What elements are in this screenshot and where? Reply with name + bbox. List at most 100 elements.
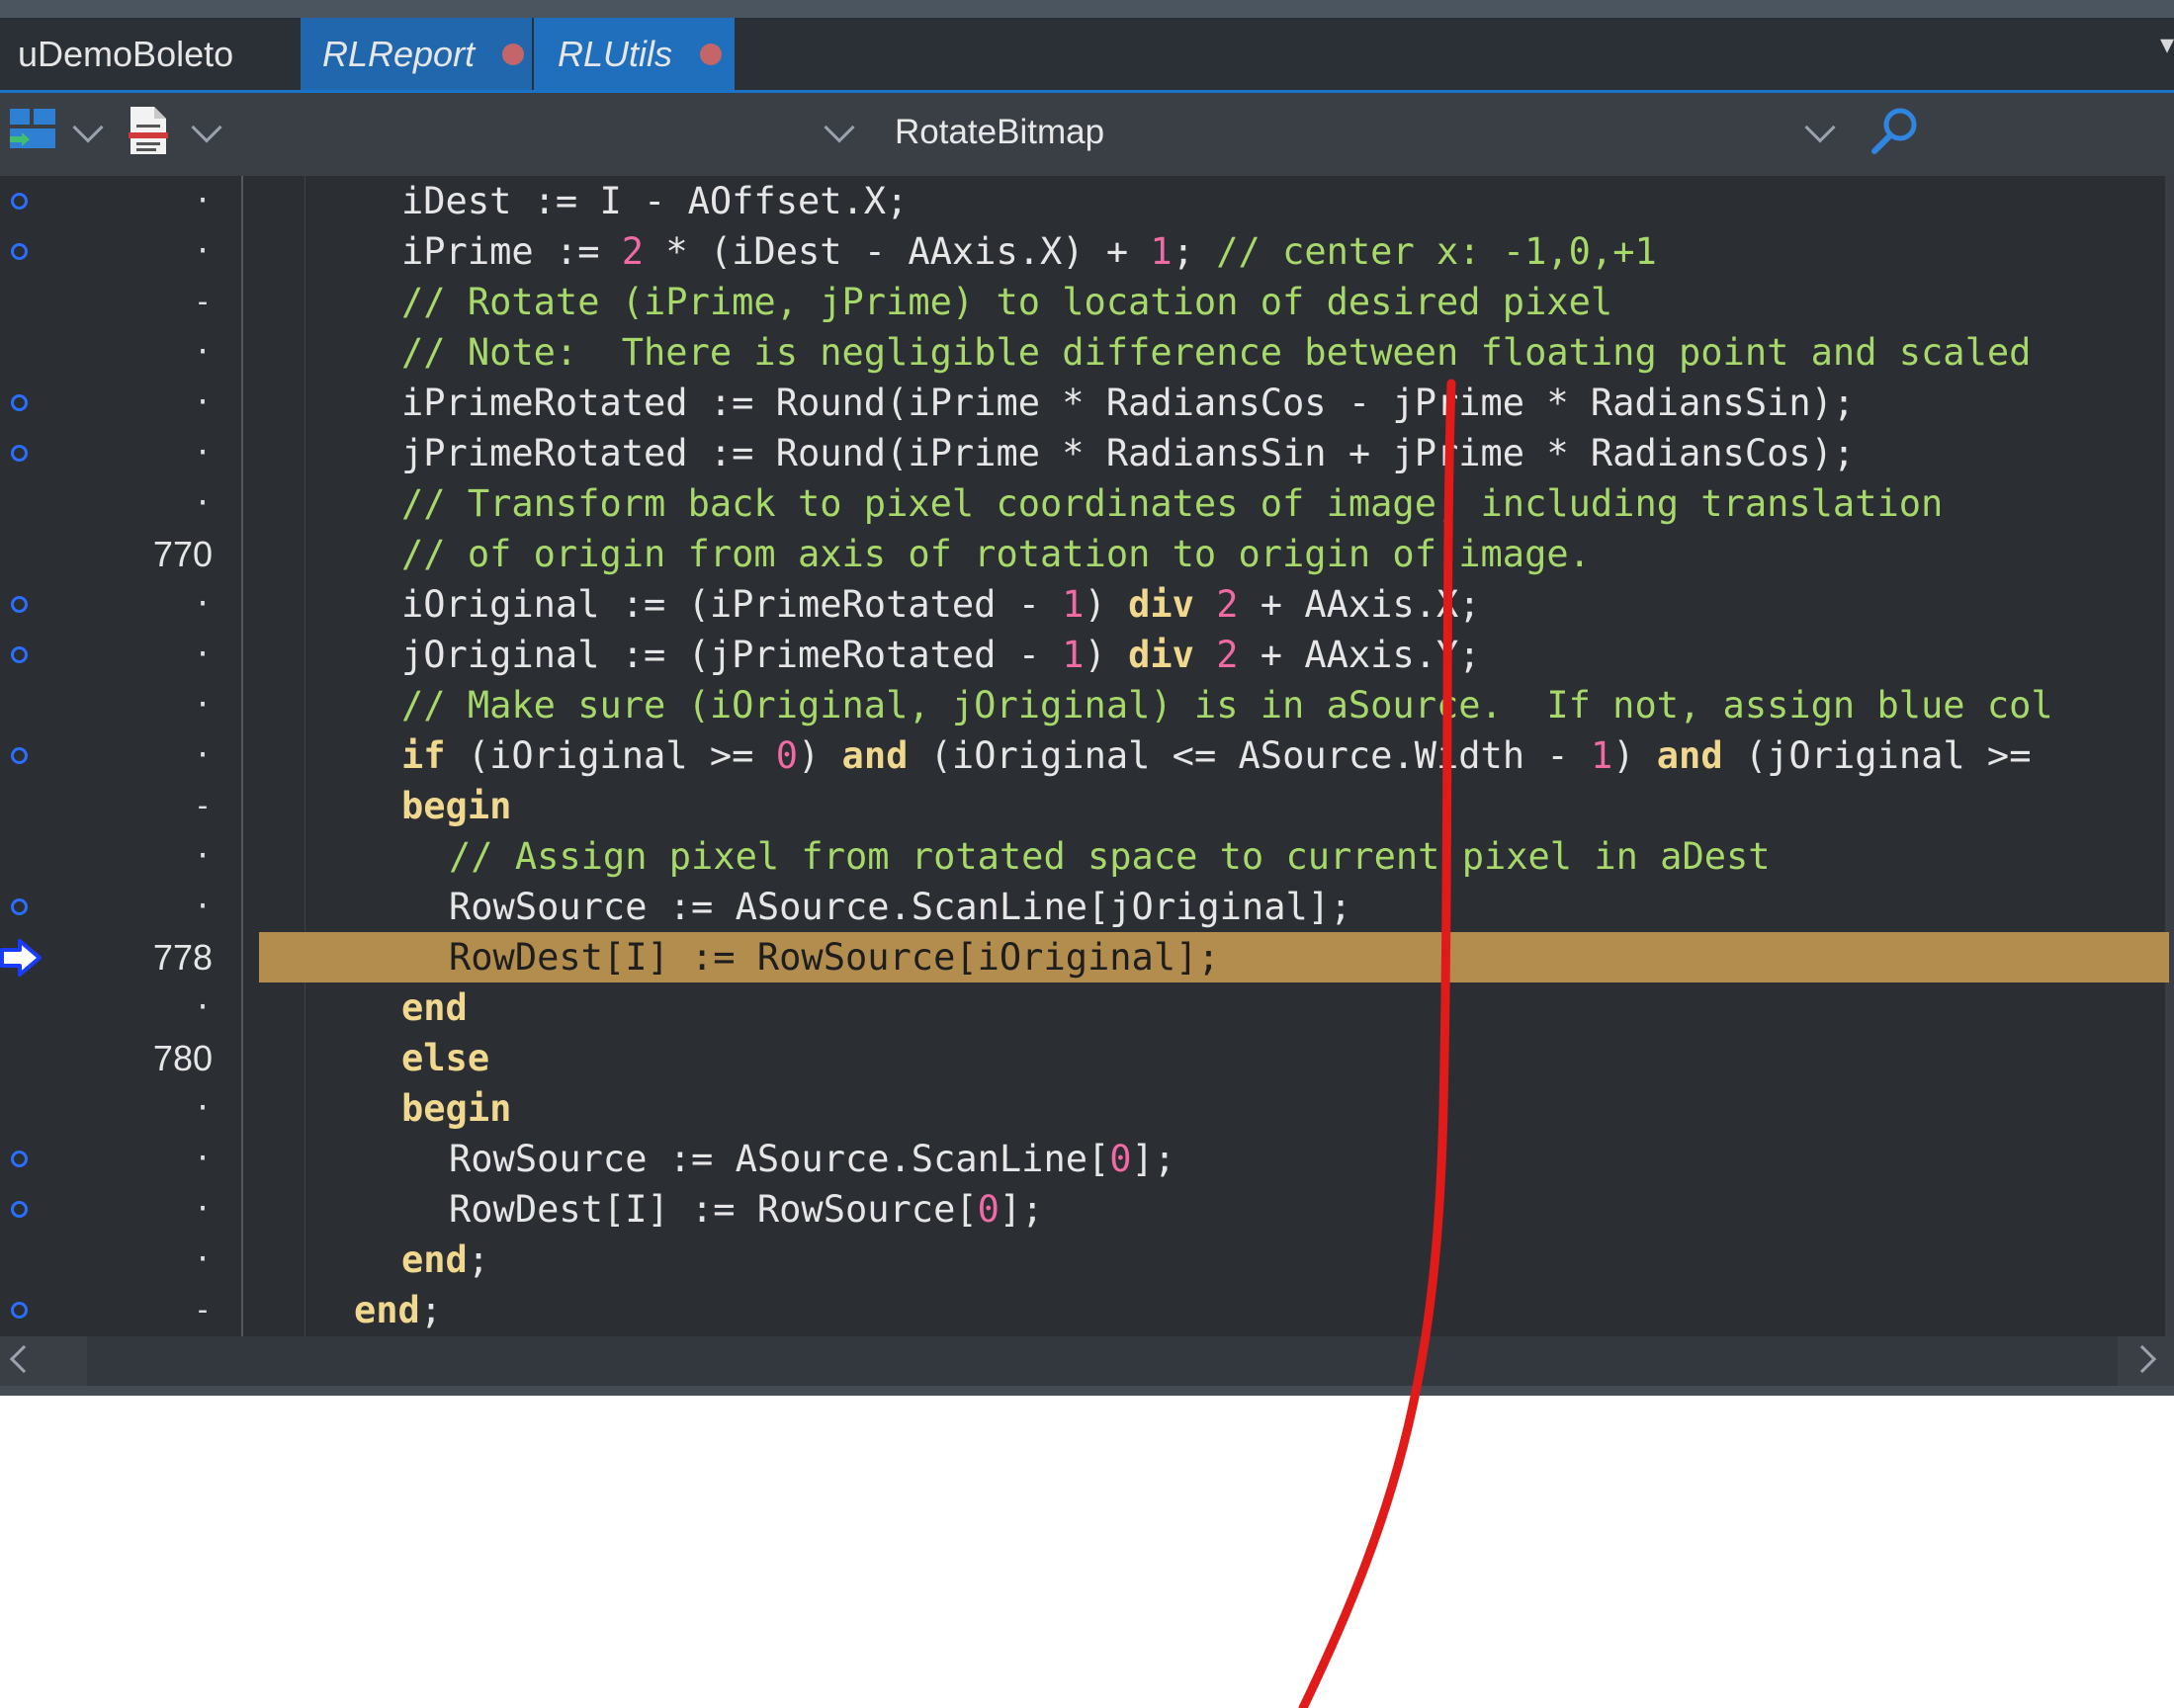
- code-line[interactable]: 770 // of origin from axis of rotation to…: [0, 529, 2174, 579]
- keyword-token: begin: [401, 785, 512, 827]
- code-token: jOriginal := (jPrimeRotated -: [401, 634, 1063, 676]
- code-token: RowDest[I] := RowSource[: [449, 1188, 978, 1231]
- chevron-down-icon[interactable]: [191, 112, 222, 143]
- code-text: // Rotate (iPrime, jPrime) to location o…: [401, 277, 1612, 327]
- method-selector[interactable]: RotateBitmap: [895, 113, 1104, 152]
- code-line[interactable]: · // Make sure (iOriginal, jOriginal) is …: [0, 680, 2174, 730]
- chevron-down-icon[interactable]: [824, 112, 855, 143]
- code-text: // Transform back to pixel coordinates o…: [401, 478, 1943, 529]
- code-text: if (iOriginal >= 0) and (iOriginal <= AS…: [401, 730, 2031, 781]
- code-text: iPrime := 2 * (iDest - AAxis.X) + 1; // …: [401, 226, 1657, 277]
- code-token: iOriginal := (iPrimeRotated -: [401, 583, 1063, 626]
- tab-label: RLUtils: [558, 33, 673, 74]
- comment-token: // Note: There is negligible difference …: [401, 331, 2032, 374]
- breakpoint-slot-icon[interactable]: [11, 1151, 28, 1167]
- breakpoint-slot-icon[interactable]: [11, 445, 28, 462]
- scroll-left-icon[interactable]: [9, 1344, 39, 1374]
- code-line[interactable]: · if (iOriginal >= 0) and (iOriginal <= A…: [0, 730, 2174, 781]
- breakpoint-slot-icon[interactable]: [11, 1201, 28, 1218]
- tab-overflow-icon[interactable]: ▾: [2160, 28, 2174, 59]
- code-line[interactable]: 780 else: [0, 1033, 2174, 1083]
- breakpoint-slot-icon[interactable]: [11, 243, 28, 260]
- code-line[interactable]: · iDest := I - AOffset.X;: [0, 176, 2174, 226]
- code-line[interactable]: - begin: [0, 781, 2174, 831]
- breakpoint-slot-icon[interactable]: [11, 193, 28, 210]
- number-token: 0: [977, 1188, 1000, 1231]
- chevron-down-icon[interactable]: [72, 112, 104, 143]
- code-line[interactable]: · iPrime := 2 * (iDest - AAxis.X) + 1; //…: [0, 226, 2174, 277]
- chevron-down-icon[interactable]: [1804, 112, 1836, 143]
- code-line[interactable]: · RowSource := ASource.ScanLine[0];: [0, 1134, 2174, 1184]
- code-token: (iOriginal >=: [445, 734, 776, 777]
- code-text: RowSource := ASource.ScanLine[jOriginal]…: [449, 882, 1351, 932]
- code-token: * (iDest - AAxis.X) +: [644, 230, 1151, 273]
- keyword-token: end: [354, 1289, 420, 1331]
- code-token: RowDest[I] := RowSource[iOriginal];: [449, 936, 1220, 979]
- code-line[interactable]: · // Transform back to pixel coordinates …: [0, 478, 2174, 529]
- tab-rlutils[interactable]: RLUtils: [534, 18, 735, 90]
- code-token: + AAxis.X;: [1238, 583, 1481, 626]
- gutter-marker: ·: [193, 1192, 213, 1227]
- horizontal-scrollbar[interactable]: [0, 1336, 2174, 1386]
- scroll-right-icon[interactable]: [2128, 1344, 2157, 1374]
- comment-token: // Transform back to pixel coordinates o…: [401, 482, 1944, 525]
- code-token: ): [1084, 583, 1129, 626]
- code-text: end;: [401, 1235, 489, 1285]
- search-icon[interactable]: [1869, 105, 1920, 156]
- keyword-token: and: [841, 734, 909, 777]
- breakpoint-slot-icon[interactable]: [11, 596, 28, 613]
- line-number: 778: [152, 937, 213, 978]
- editor-toolbar: RotateBitmap: [0, 93, 2174, 176]
- code-line[interactable]: - end;: [0, 1285, 2174, 1335]
- code-line[interactable]: · end;: [0, 1235, 2174, 1285]
- breakpoint-slot-icon[interactable]: [11, 646, 28, 663]
- keyword-token: div: [1128, 583, 1194, 626]
- code-line[interactable]: · jOriginal := (jPrimeRotated - 1) div 2 …: [0, 630, 2174, 680]
- code-token: RowSource := ASource.ScanLine[jOriginal]…: [449, 886, 1352, 928]
- tab-rlreport[interactable]: RLReport: [301, 18, 532, 90]
- line-number: 770: [152, 534, 213, 574]
- gutter-marker: ·: [193, 184, 213, 218]
- code-text: RowDest[I] := RowSource[0];: [449, 1184, 1043, 1235]
- number-token: 1: [1150, 230, 1173, 273]
- code-token: iPrime :=: [401, 230, 622, 273]
- code-line[interactable]: - // Rotate (iPrime, jPrime) to location …: [0, 277, 2174, 327]
- code-line[interactable]: · jPrimeRotated := Round(iPrime * Radians…: [0, 428, 2174, 478]
- gutter-marker: ·: [193, 839, 213, 874]
- code-line[interactable]: · end: [0, 982, 2174, 1033]
- code-line[interactable]: · RowDest[I] := RowSource[0];: [0, 1184, 2174, 1235]
- code-line[interactable]: · begin: [0, 1083, 2174, 1134]
- layout-icon[interactable]: [8, 107, 57, 152]
- code-text: else: [401, 1033, 489, 1083]
- gutter-marker: ·: [193, 1142, 213, 1176]
- code-text: RowSource := ASource.ScanLine[0];: [449, 1134, 1175, 1184]
- code-token: ): [1084, 634, 1129, 676]
- number-token: 0: [1109, 1138, 1132, 1180]
- code-text: iPrimeRotated := Round(iPrime * RadiansC…: [401, 378, 1855, 428]
- gutter-marker: ·: [193, 385, 213, 420]
- code-editor[interactable]: · iDest := I - AOffset.X; · iPrime := 2 * (…: [0, 176, 2174, 1336]
- code-text: RowDest[I] := RowSource[iOriginal];: [449, 932, 1220, 982]
- breakpoint-slot-icon[interactable]: [11, 898, 28, 915]
- gutter-marker: ·: [193, 890, 213, 924]
- code-token: ];: [999, 1188, 1044, 1231]
- breakpoint-slot-icon[interactable]: [11, 747, 28, 764]
- code-line[interactable]: · iPrimeRotated := Round(iPrime * Radians…: [0, 378, 2174, 428]
- breakpoint-slot-icon[interactable]: [11, 1302, 28, 1319]
- document-icon[interactable]: [127, 105, 170, 156]
- code-line[interactable]: · // Note: There is negligible difference…: [0, 327, 2174, 378]
- breakpoint-slot-icon[interactable]: [11, 394, 28, 411]
- code-line[interactable]: · // Assign pixel from rotated space to c…: [0, 831, 2174, 882]
- gutter-marker: ·: [193, 738, 213, 773]
- code-line[interactable]: · iOriginal := (iPrimeRotated - 1) div 2 …: [0, 579, 2174, 630]
- code-text: // Note: There is negligible difference …: [401, 327, 2031, 378]
- tab-udemoboleto[interactable]: uDemoBoleto: [0, 18, 299, 90]
- scrollbar-track[interactable]: [87, 1336, 2118, 1386]
- ide-window: uDemoBoleto RLReport RLUtils ▾ RotateBit…: [0, 0, 2174, 1396]
- comment-token: // of origin from axis of rotation to or…: [401, 533, 1591, 575]
- code-text: // Assign pixel from rotated space to cu…: [449, 831, 1771, 882]
- code-token: jPrimeRotated := Round(iPrime * RadiansS…: [401, 432, 1856, 474]
- code-line[interactable]: · RowSource := ASource.ScanLine[jOriginal…: [0, 882, 2174, 932]
- execution-line[interactable]: 778 RowDest[I] := RowSource[iOriginal];: [0, 932, 2174, 982]
